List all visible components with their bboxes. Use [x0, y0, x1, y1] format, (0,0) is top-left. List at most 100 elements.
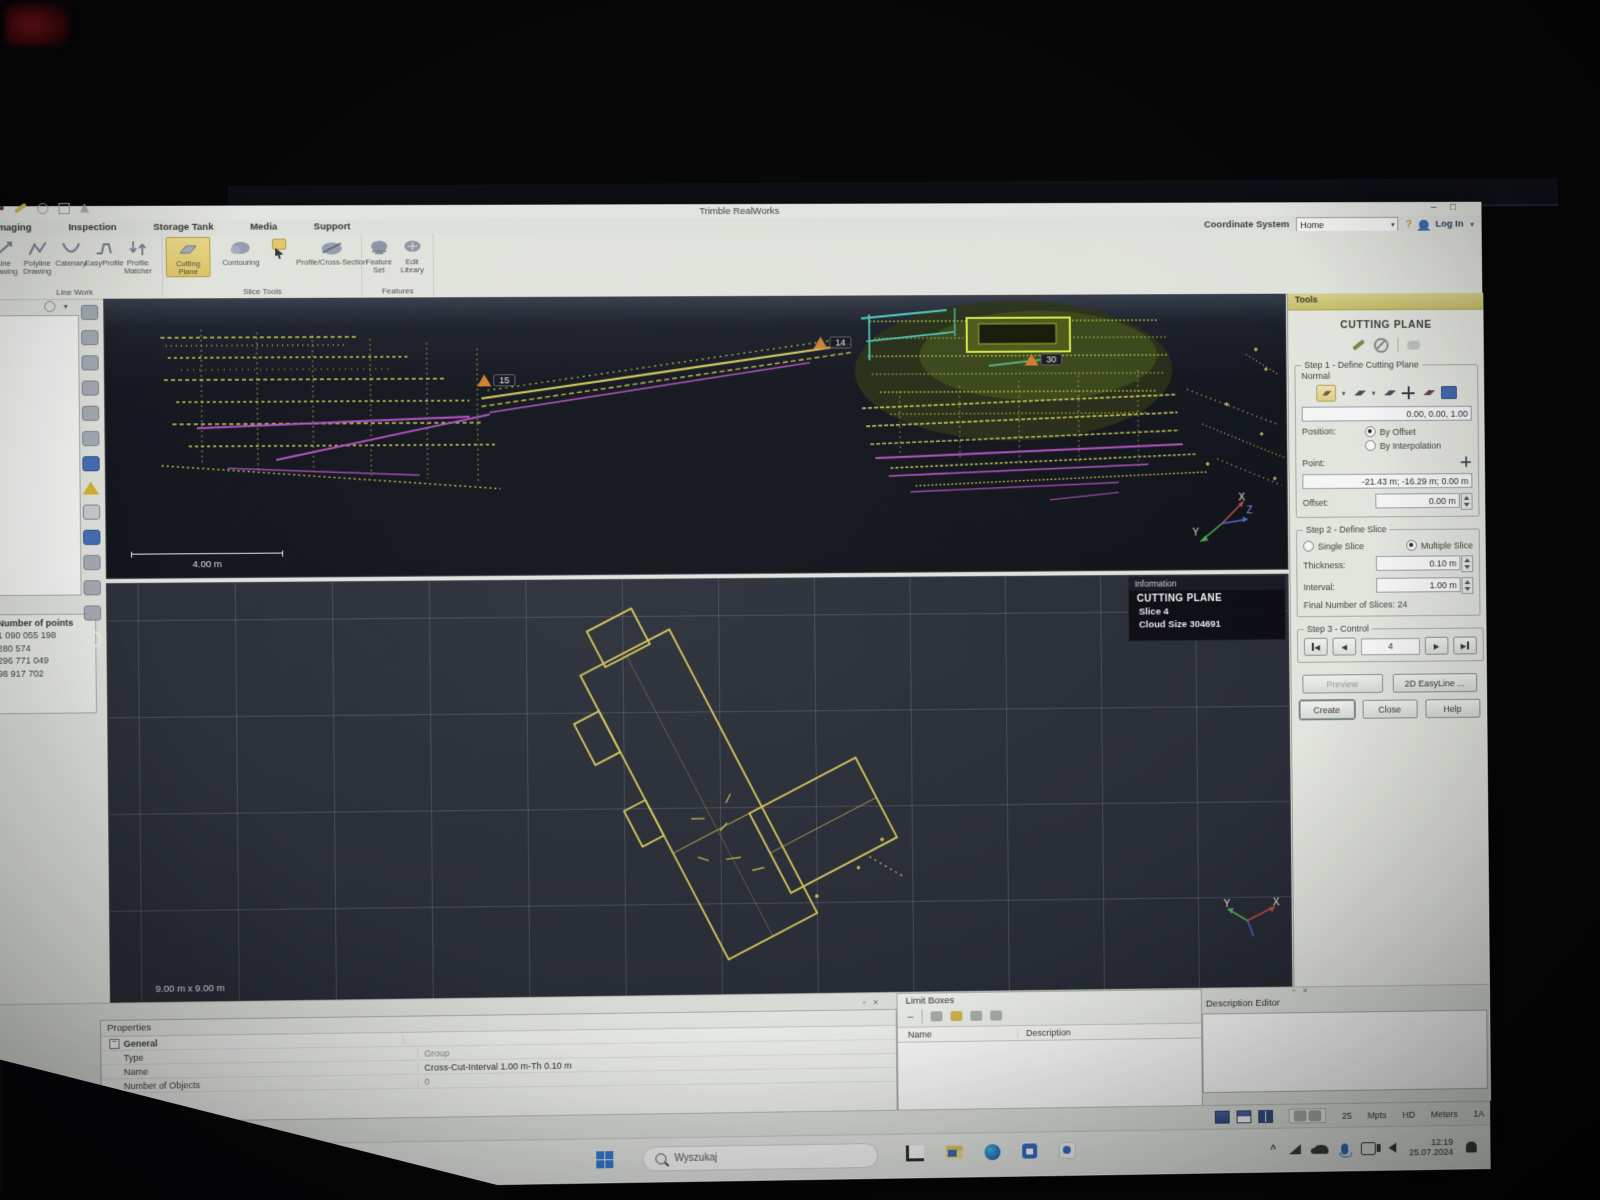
orbit-control-icon[interactable] — [83, 631, 100, 648]
profile-cross-section-button[interactable]: Profile/Cross-Section — [290, 236, 373, 266]
screen-capture-icon[interactable] — [83, 530, 100, 545]
project-panel-toolbar[interactable]: ▾ — [44, 301, 68, 312]
previous-slice-button[interactable]: ◀ — [1332, 638, 1356, 656]
maximize-button[interactable]: □ — [1450, 202, 1456, 213]
normal-value-input[interactable] — [1302, 406, 1472, 422]
annotation-marker-14[interactable]: 14 — [813, 336, 851, 348]
pick-normal-icon[interactable] — [1316, 385, 1336, 402]
interval-spinner[interactable] — [1461, 577, 1473, 594]
column-description[interactable]: Description — [1018, 1026, 1201, 1039]
edge-browser-icon[interactable] — [984, 1144, 1000, 1160]
preview-button[interactable]: Preview — [1302, 674, 1383, 694]
viewport-3d[interactable]: 15 14 30 4.00 m X Z — [103, 294, 1288, 579]
edit-library-button[interactable]: Edit Library — [395, 236, 429, 274]
radio-by-interpolation[interactable] — [1365, 440, 1376, 451]
folder-icon[interactable] — [950, 1011, 962, 1021]
speaker-icon[interactable] — [1388, 1143, 1396, 1153]
microphone-icon[interactable] — [1341, 1143, 1348, 1154]
minimize-button[interactable]: – — [1431, 202, 1437, 213]
description-editor-body[interactable] — [1202, 1010, 1488, 1094]
login-button[interactable]: Log In — [1435, 219, 1463, 230]
render-mode-icon[interactable] — [1294, 1110, 1307, 1121]
panel-chevron-icon[interactable]: ▾ — [64, 302, 68, 311]
store-app-icon[interactable] — [1022, 1143, 1037, 1158]
column-name[interactable]: Name — [898, 1028, 1018, 1040]
polyline-drawing-button[interactable]: Polyline Drawing — [20, 237, 54, 275]
remove-icon[interactable]: – — [908, 1011, 914, 1022]
points-mode-icon[interactable] — [1308, 1110, 1321, 1121]
panel-controls-right[interactable]: ▫ × — [1292, 985, 1307, 995]
tab-support[interactable]: Support — [314, 221, 351, 232]
pick-point-icon[interactable] — [1461, 457, 1471, 467]
file-explorer-icon[interactable] — [946, 1146, 963, 1159]
plane-z-icon[interactable] — [1351, 387, 1366, 400]
measure-tool-icon[interactable] — [83, 555, 100, 570]
radio-single-slice[interactable] — [1303, 541, 1314, 552]
pin-icon[interactable]: ▫ — [1292, 985, 1295, 995]
target-tool-icon[interactable] — [82, 431, 99, 446]
layout-single-icon[interactable] — [1215, 1111, 1230, 1124]
chevron-down-icon[interactable]: ▾ — [1372, 389, 1376, 397]
radio-multiple-slice[interactable] — [1406, 540, 1417, 551]
close-button[interactable]: Close — [1362, 699, 1417, 718]
annotation-marker-15[interactable]: 15 — [477, 374, 515, 386]
project-tree-panel[interactable] — [0, 315, 82, 596]
login-chevron-icon[interactable]: ▾ — [1470, 220, 1474, 228]
thickness-spinner[interactable] — [1461, 555, 1473, 572]
profile-matcher-button[interactable]: Profile Matcher — [121, 237, 155, 275]
onedrive-icon[interactable] — [1314, 1144, 1329, 1153]
line-drawing-button[interactable]: Line Drawing — [0, 238, 21, 276]
catenary-button[interactable]: Catenary — [54, 237, 88, 267]
sample-tool-icon[interactable] — [81, 355, 98, 370]
search-box[interactable]: Wyszukaj — [642, 1143, 878, 1172]
tab-imaging[interactable]: Imaging — [0, 222, 32, 233]
register-tool-icon[interactable] — [81, 406, 98, 421]
offset-value-input[interactable] — [1375, 493, 1460, 508]
help-icon[interactable]: ? — [1405, 218, 1412, 230]
tray-chevron-icon[interactable]: ^ — [1270, 1144, 1276, 1155]
create-button[interactable]: Create — [1299, 700, 1354, 719]
lock-icon[interactable] — [930, 1011, 942, 1021]
clock[interactable]: 12:19 25.07.2024 — [1409, 1137, 1453, 1158]
image-tool-icon[interactable] — [82, 505, 99, 520]
layout-buttons[interactable] — [1215, 1110, 1273, 1124]
tab-storage-tank[interactable]: Storage Tank — [153, 222, 213, 233]
collapse-icon[interactable]: − — [109, 1038, 119, 1048]
classify-tool-icon[interactable] — [81, 380, 98, 395]
hand-icon[interactable] — [970, 1011, 982, 1021]
units-indicator[interactable]: Meters — [1431, 1109, 1458, 1119]
first-slice-button[interactable]: ◀ — [1304, 638, 1328, 656]
interval-input[interactable] — [1376, 577, 1461, 593]
cloud-tool-icon[interactable] — [80, 305, 97, 320]
quality-indicator[interactable]: HD — [1402, 1109, 1415, 1119]
sync-icon[interactable] — [44, 301, 55, 312]
easyprofile-button[interactable]: EasyProfile — [87, 237, 121, 267]
notification-bell-icon[interactable] — [1466, 1141, 1477, 1152]
task-view-icon[interactable] — [906, 1145, 924, 1161]
close-icon[interactable]: × — [1303, 985, 1308, 995]
chevron-down-icon[interactable]: ▾ — [1342, 389, 1346, 397]
cloud-option-icon[interactable] — [1407, 340, 1420, 349]
tab-inspection[interactable]: Inspection — [68, 222, 116, 233]
slice-number-input[interactable] — [1361, 637, 1420, 654]
disable-plane-icon[interactable] — [1374, 337, 1389, 352]
slice-cursor-icon[interactable] — [271, 239, 286, 265]
pin-icon[interactable]: ▫ — [863, 997, 866, 1007]
plane-flip-icon[interactable] — [1381, 386, 1396, 399]
next-slice-button[interactable]: ▶ — [1425, 637, 1449, 655]
chat-app-icon[interactable] — [1059, 1142, 1076, 1159]
cutting-plane-button[interactable]: Cutting Plane — [166, 237, 211, 277]
edit-plane-icon[interactable] — [1352, 339, 1364, 350]
help-button[interactable]: Help — [1425, 699, 1480, 718]
layout-split-icon[interactable] — [1236, 1110, 1251, 1123]
annotation-warning-icon[interactable] — [83, 481, 99, 494]
pan-tool-icon[interactable] — [83, 580, 100, 595]
tab-media[interactable]: Media — [250, 222, 277, 233]
radio-by-offset[interactable] — [1365, 426, 1376, 437]
point-value-input[interactable] — [1302, 473, 1472, 489]
display-toggle-group[interactable] — [1289, 1108, 1327, 1123]
contouring-button[interactable]: Contouring — [214, 237, 267, 267]
close-icon[interactable]: × — [873, 997, 878, 1007]
display-icon[interactable] — [1361, 1142, 1376, 1155]
crosshair-icon[interactable] — [1402, 386, 1415, 399]
